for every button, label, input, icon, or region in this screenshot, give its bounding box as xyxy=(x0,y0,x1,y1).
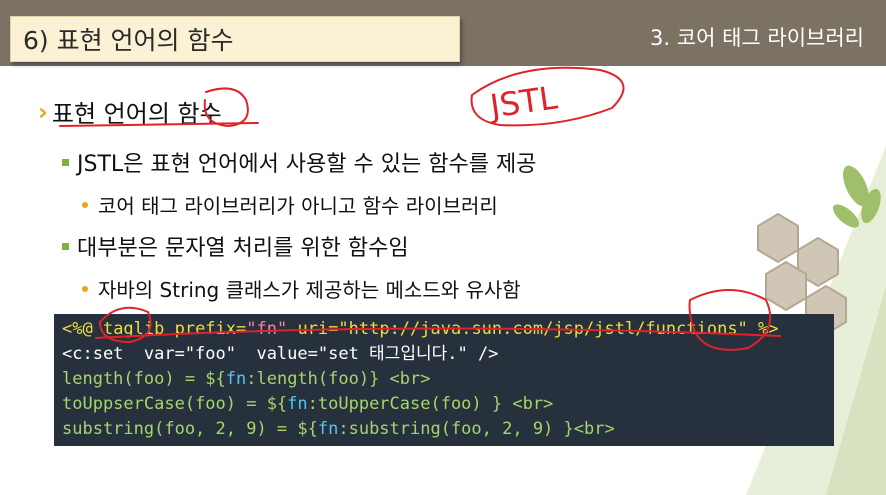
bullet-text: 코어 태그 라이브러리가 아니고 함수 라이브러리 xyxy=(98,194,498,218)
title-box: 6) 표현 언어의 함수 xyxy=(10,16,460,62)
code-token: length(foo) = ${ xyxy=(62,369,226,389)
code-token: fn xyxy=(317,419,339,439)
handwritten-note: JSTL xyxy=(486,78,560,125)
code-token: "http://java.sun.com/jsp/jstl/functions" xyxy=(338,319,748,339)
code-token: fn xyxy=(225,369,247,389)
sub-bullet-item: 자바의 String 클래스가 제공하는 메소드와 유사함 xyxy=(82,274,521,303)
code-token: <%@ xyxy=(62,319,103,339)
code-line: toUppserCase(foo) = ${fn:toUpperCase(foo… xyxy=(62,392,826,417)
code-token: "fn" xyxy=(246,319,288,339)
code-block: <%@ taglib prefix="fn" uri="http://java.… xyxy=(54,314,834,446)
bullet-text: 대부분은 문자열 처리를 위한 함수임 xyxy=(77,236,409,261)
code-token: %> xyxy=(747,319,779,339)
sub-bullet-item: 코어 태그 라이브러리가 아니고 함수 라이브러리 xyxy=(82,190,498,219)
chevron-right-icon: › xyxy=(38,97,48,126)
heading-text: 표현 언어의 함수 xyxy=(51,100,222,128)
code-token: :toUpperCase(foo) } <br> xyxy=(307,394,554,414)
square-bullet-icon xyxy=(62,158,69,166)
code-token: uri= xyxy=(287,319,339,339)
code-token: toUppserCase(foo) = ${ xyxy=(62,394,288,414)
code-line: length(foo) = ${fn:length(foo)} <br> xyxy=(62,367,826,392)
dot-bullet-icon xyxy=(82,285,88,292)
main-heading: › 표현 언어의 함수 xyxy=(38,94,222,129)
bullet-item: JSTL은 표현 언어에서 사용할 수 있는 함수를 제공 xyxy=(62,146,536,178)
bullet-text: 자바의 String 클래스가 제공하는 메소드와 유사함 xyxy=(98,278,521,302)
dot-bullet-icon xyxy=(82,201,88,208)
bullet-item: 대부분은 문자열 처리를 위한 함수임 xyxy=(62,230,409,262)
code-token: substring(foo, 2, 9) = ${ xyxy=(62,419,318,439)
circle-stroke xyxy=(470,66,625,127)
code-token: fn xyxy=(287,394,308,414)
square-bullet-icon xyxy=(62,242,69,250)
section-label: 3. 코어 태그 라이브러리 xyxy=(650,26,864,50)
code-line: <c:set var="foo" value="set 태그입니다." /> xyxy=(62,344,499,364)
page-title: 6) 표현 언어의 함수 xyxy=(23,26,234,55)
code-token: :length(foo)} <br> xyxy=(246,369,431,389)
code-line: substring(foo, 2, 9) = ${fn:substring(fo… xyxy=(62,417,826,442)
code-token: :substring(foo, 2, 9) }<br> xyxy=(338,419,615,439)
bullet-text: JSTL은 표현 언어에서 사용할 수 있는 함수를 제공 xyxy=(77,152,537,177)
code-token: taglib prefix= xyxy=(102,319,247,339)
code-line: <%@ taglib prefix="fn" uri="http://java.… xyxy=(62,317,826,342)
